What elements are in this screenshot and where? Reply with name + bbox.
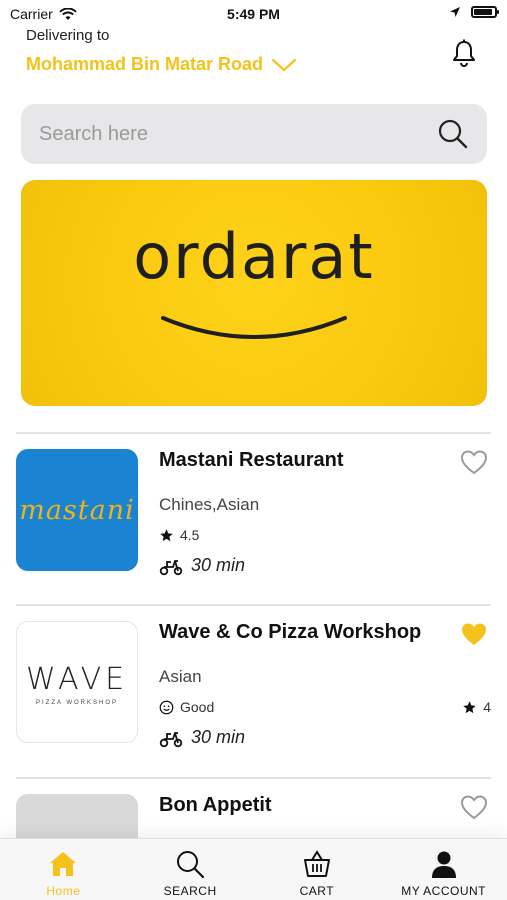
delivering-to-label: Delivering to — [26, 27, 110, 44]
search-icon — [177, 851, 205, 879]
location-arrow-icon — [450, 7, 460, 17]
smiley-icon — [159, 700, 174, 714]
delivery-time-value: 30 min — [191, 727, 246, 747]
status-time: 5:49 PM — [227, 6, 280, 22]
status-right — [449, 6, 499, 18]
tab-cart[interactable]: CART — [254, 839, 381, 900]
home-icon — [50, 852, 77, 876]
restaurant-name: Mastani Restaurant — [159, 449, 344, 471]
smile-logo-icon — [161, 316, 347, 339]
restaurant-name: Wave & Co Pizza Workshop — [159, 621, 422, 643]
chevron-down-icon — [271, 58, 297, 71]
cart-icon — [303, 850, 330, 877]
tab-label: SEARCH — [163, 884, 217, 898]
restaurant-name: Bon Appetit — [159, 794, 272, 816]
rating-value: 4 — [483, 699, 491, 715]
restaurant-logo: WAVE PIZZA WORKSHOP — [16, 621, 138, 743]
review-label: Good — [180, 699, 215, 715]
address-selector[interactable]: Mohammad Bin Matar Road — [26, 54, 297, 75]
delivery-time: 30 min — [159, 555, 245, 576]
scooter-icon — [159, 559, 183, 575]
favorite-heart-icon[interactable] — [460, 794, 488, 820]
promo-banner[interactable]: ordarat — [21, 180, 487, 406]
address-text: Mohammad Bin Matar Road — [26, 54, 264, 74]
delivery-time-value: 30 min — [191, 555, 246, 575]
star-icon — [160, 528, 173, 541]
favorite-heart-icon[interactable] — [460, 449, 488, 475]
tab-my-account[interactable]: MY ACCOUNT — [380, 839, 507, 900]
restaurant-cuisine: Asian — [159, 667, 202, 686]
restaurant-cuisine: Chines,Asian — [159, 495, 260, 514]
restaurant-rating: 4.5 — [159, 527, 199, 543]
favorite-heart-icon[interactable] — [460, 621, 488, 647]
battery-icon — [471, 6, 499, 18]
restaurant-card-mastani[interactable]: mastani Mastani Restaurant Chines,Asian … — [0, 433, 507, 583]
tab-label: Home — [46, 884, 81, 898]
banner-logo-text: ordarat — [133, 220, 375, 293]
rating-value: 4.5 — [180, 527, 200, 543]
notification-bell-icon[interactable] — [449, 38, 479, 68]
mastani-logo-text: mastani — [19, 495, 135, 526]
wave-logo-subtext: PIZZA WORKSHOP — [35, 700, 118, 706]
scooter-icon — [159, 731, 183, 747]
wave-logo-text: WAVE — [25, 662, 129, 697]
tab-home[interactable]: Home — [0, 839, 127, 900]
restaurant-logo: mastani — [16, 449, 138, 571]
tab-label: CART — [299, 884, 335, 898]
search-bar — [21, 104, 487, 164]
delivery-time: 30 min — [159, 727, 245, 748]
bottom-tab-bar: Home SEARCH CART MY ACCOUNT — [0, 838, 507, 900]
search-input[interactable] — [39, 104, 419, 164]
tab-search[interactable]: SEARCH — [127, 839, 254, 900]
restaurant-card-wave[interactable]: WAVE PIZZA WORKSHOP Wave & Co Pizza Work… — [0, 605, 507, 755]
status-bar: Carrier 5:49 PM — [0, 0, 507, 28]
review-summary: Good — [159, 699, 214, 715]
restaurant-rating: 4 — [462, 699, 491, 715]
search-icon[interactable] — [437, 118, 469, 150]
account-icon — [431, 851, 456, 878]
tab-label: MY ACCOUNT — [401, 884, 487, 898]
star-icon — [463, 700, 476, 713]
